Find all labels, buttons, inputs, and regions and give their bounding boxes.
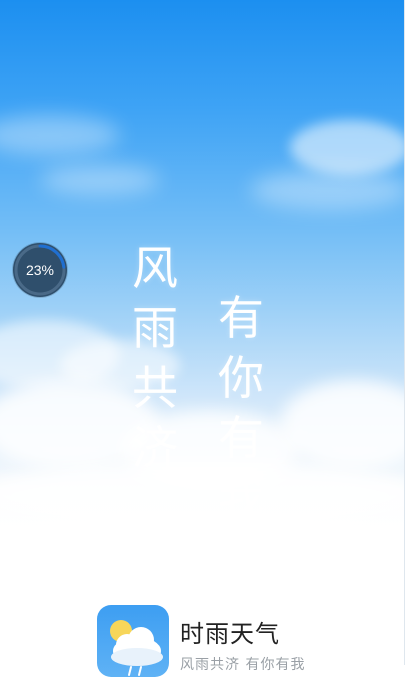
slogan-char: 雨	[132, 301, 178, 355]
weather-cloud-sun-icon	[110, 620, 163, 676]
slogan-char: 风	[132, 241, 178, 295]
skip-countdown-button[interactable]: 23%	[13, 243, 67, 297]
slogan-column-1: 风 雨 共 济	[132, 238, 178, 478]
cloud	[0, 115, 120, 155]
slogan-char: 你	[218, 351, 264, 405]
progress-label: 23%	[25, 262, 55, 278]
cloud	[290, 120, 404, 175]
app-slogan: 风雨共济 有你有我	[180, 657, 306, 673]
bottom-fade	[0, 470, 404, 560]
app-icon	[97, 605, 169, 677]
app-name: 时雨天气	[180, 620, 280, 648]
cloud	[250, 170, 404, 210]
slogan-char: 共	[132, 361, 178, 415]
cloud	[40, 165, 160, 195]
screen-edge	[404, 0, 410, 665]
slogan-char: 有	[218, 411, 264, 465]
slogan-char: 济	[132, 421, 178, 475]
splash-background: 风 雨 共 济 有 你 有 我	[0, 0, 404, 600]
slogan-char: 有	[218, 291, 264, 345]
